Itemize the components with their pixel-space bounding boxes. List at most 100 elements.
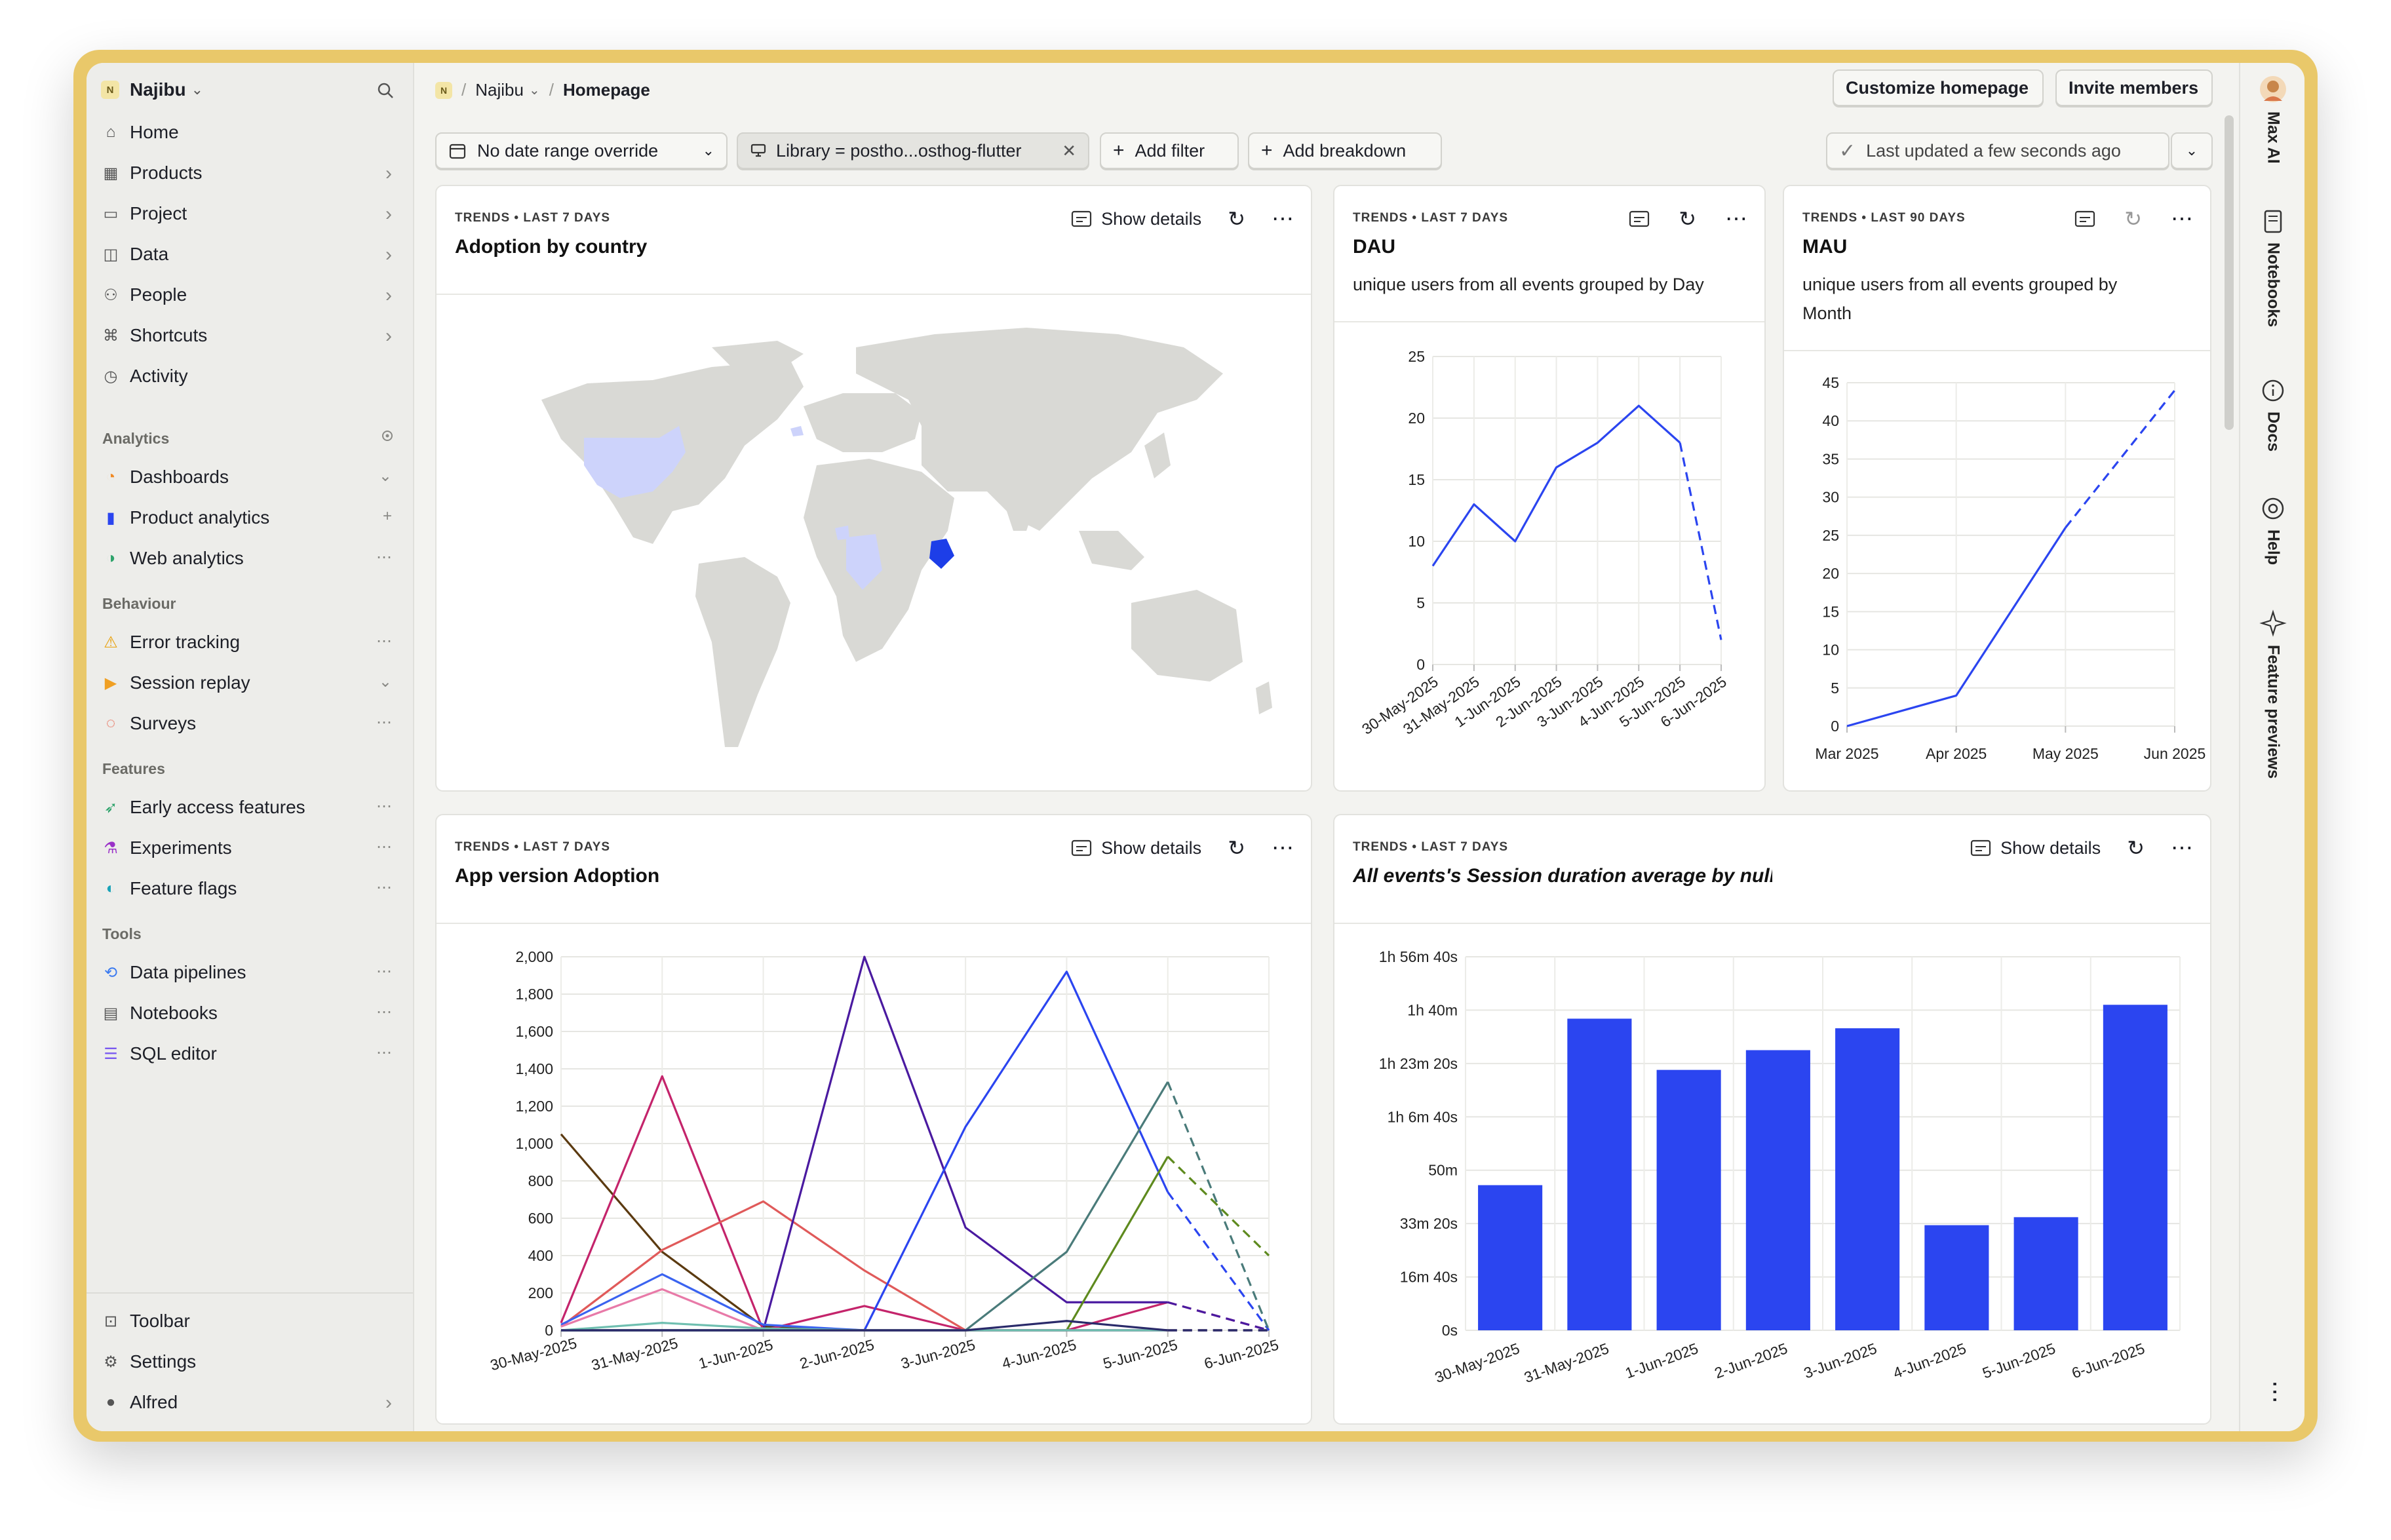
sidebar-item-data-pipelines[interactable]: ⟲ Data pipelines ⋯ bbox=[100, 954, 400, 991]
sidebar-item-alfred[interactable]: ● Alfred › bbox=[100, 1384, 400, 1421]
show-details-button[interactable]: Show details bbox=[1071, 209, 1201, 229]
more-icon[interactable]: ⋯ bbox=[376, 1043, 392, 1062]
card-kicker: TRENDS • LAST 90 DAYS bbox=[1802, 211, 1966, 225]
settings-small-icon[interactable] bbox=[380, 429, 395, 443]
more-icon[interactable]: ⋯ bbox=[2171, 835, 2194, 861]
show-details-label: Show details bbox=[2000, 837, 2101, 858]
more-icon[interactable]: ⋯ bbox=[376, 878, 392, 897]
sidebar-item-dashboards[interactable]: ◔ Dashboards ⌄ bbox=[100, 459, 400, 495]
chevron-right-icon[interactable]: › bbox=[385, 203, 392, 225]
invite-members-button[interactable]: Invite members bbox=[2055, 69, 2213, 106]
plus-icon: + bbox=[1113, 140, 1125, 161]
more-icon[interactable]: ⋯ bbox=[1272, 835, 1295, 861]
more-icon[interactable]: ⋯ bbox=[2171, 206, 2194, 232]
sidebar-item-project[interactable]: ▭ Project › bbox=[100, 195, 400, 232]
right-sidebar: Max AI Notebooks Docs Help Feature previ… bbox=[2239, 63, 2304, 1431]
details-icon[interactable] bbox=[1629, 210, 1650, 228]
chevron-right-icon[interactable]: › bbox=[385, 244, 392, 266]
more-icon[interactable]: ⋯ bbox=[376, 632, 392, 651]
refresh-icon[interactable]: ↻ bbox=[1679, 206, 1696, 231]
chevron-right-icon[interactable]: › bbox=[385, 325, 392, 347]
more-icon[interactable]: ⋯ bbox=[376, 837, 392, 857]
sidebar-item-web-analytics[interactable]: ◑ Web analytics ⋯ bbox=[100, 540, 400, 577]
sidebar-item-activity[interactable]: ◷ Activity bbox=[100, 358, 400, 395]
scrollbar[interactable] bbox=[2225, 115, 2234, 430]
more-icon[interactable]: ⋯ bbox=[376, 962, 392, 981]
chevron-right-icon[interactable]: › bbox=[385, 163, 392, 185]
customize-homepage-button[interactable]: Customize homepage bbox=[1833, 69, 2044, 106]
search-icon[interactable] bbox=[376, 81, 395, 100]
library-filter-chip[interactable]: Library = postho...osthog-flutter ✕ bbox=[737, 132, 1089, 169]
sidebar-item-error-tracking[interactable]: ⚠ Error tracking ⋯ bbox=[100, 624, 400, 661]
more-icon[interactable]: ⋯ bbox=[1725, 206, 1749, 232]
more-icon[interactable]: ⋯ bbox=[376, 797, 392, 816]
refresh-options-button[interactable]: ⌄ bbox=[2171, 132, 2213, 169]
sidebar-item-surveys[interactable]: ◌ Surveys ⋯ bbox=[100, 705, 400, 742]
card-title: DAU bbox=[1353, 236, 1395, 258]
more-vertical-icon[interactable]: ⋯ bbox=[2263, 1380, 2289, 1404]
show-details-button[interactable]: Show details bbox=[1970, 838, 2101, 858]
chevron-down-icon[interactable]: ⌄ bbox=[379, 467, 392, 486]
refresh-icon[interactable]: ↻ bbox=[2124, 206, 2142, 231]
section-behaviour: Behaviour bbox=[102, 595, 176, 612]
add-breakdown-button[interactable]: + Add breakdown bbox=[1248, 132, 1442, 169]
sidebar-item-experiments[interactable]: ⚗ Experiments ⋯ bbox=[100, 830, 400, 866]
chevron-right-icon[interactable]: › bbox=[385, 284, 392, 307]
feature-previews-button[interactable]: Feature previews bbox=[2240, 609, 2304, 779]
sidebar-item-toolbar[interactable]: ⊡ Toolbar bbox=[100, 1303, 400, 1339]
sidebar-item-feature-flags[interactable]: ◐ Feature flags ⋯ bbox=[100, 870, 400, 907]
sidebar-item-sql-editor[interactable]: ☰ SQL editor ⋯ bbox=[100, 1035, 400, 1072]
main-area: N / Najibu ⌄ / Homepage Customize homepa… bbox=[414, 63, 2239, 1431]
notebook-icon: ▤ bbox=[103, 1004, 119, 1022]
date-range-select[interactable]: No date range override ⌄ bbox=[435, 132, 728, 169]
sidebar-item-people[interactable]: ⚇ People › bbox=[100, 277, 400, 313]
details-icon[interactable] bbox=[2074, 210, 2095, 228]
sidebar-item-shortcuts[interactable]: ⌘ Shortcuts › bbox=[100, 317, 400, 354]
chevron-right-icon[interactable]: › bbox=[385, 1392, 392, 1414]
help-button[interactable]: Help bbox=[2240, 495, 2304, 565]
x-tick-label: Mar 2025 bbox=[1815, 745, 1878, 762]
breadcrumb-page: Homepage bbox=[562, 80, 650, 100]
card-actions: Show details ↻ ⋯ bbox=[1071, 206, 1295, 232]
refresh-status-button[interactable]: ✓ Last updated a few seconds ago bbox=[1826, 132, 2169, 169]
sidebar-item-notebooks[interactable]: ▤ Notebooks ⋯ bbox=[100, 995, 400, 1031]
more-icon[interactable]: ⋯ bbox=[376, 1003, 392, 1022]
chevron-down-icon[interactable]: ⌄ bbox=[379, 672, 392, 691]
card-app-version-adoption: TRENDS • LAST 7 DAYS App version Adoptio… bbox=[435, 814, 1312, 1425]
add-filter-button[interactable]: + Add filter bbox=[1100, 132, 1239, 169]
workspace-switcher[interactable]: N Najibu ⌄ bbox=[101, 75, 400, 105]
refresh-icon[interactable]: ↻ bbox=[2127, 836, 2145, 860]
plus-icon[interactable]: + bbox=[383, 507, 392, 526]
nav-label: Experiments bbox=[130, 837, 232, 858]
nav-label: Session replay bbox=[130, 672, 250, 693]
lifebuoy-icon bbox=[2262, 497, 2284, 520]
max-ai-button[interactable]: Max AI bbox=[2240, 75, 2304, 164]
docs-button[interactable]: Docs bbox=[2240, 377, 2304, 452]
more-icon[interactable]: ⋯ bbox=[1272, 206, 1295, 232]
more-icon[interactable]: ⋯ bbox=[376, 713, 392, 732]
sidebar-item-early-access-features[interactable]: ➶ Early access features ⋯ bbox=[100, 789, 400, 826]
sidebar-item-settings[interactable]: ⚙ Settings bbox=[100, 1343, 400, 1380]
nav-label: Surveys bbox=[130, 713, 197, 733]
notebooks-button[interactable]: Notebooks bbox=[2240, 208, 2304, 327]
show-details-button[interactable]: Show details bbox=[1071, 838, 1201, 858]
sidebar-item-product-analytics[interactable]: ▮ Product analytics + bbox=[100, 499, 400, 536]
more-icon[interactable]: ⋯ bbox=[376, 548, 392, 567]
y-tick-label: 1,600 bbox=[515, 1023, 553, 1040]
close-icon[interactable]: ✕ bbox=[1062, 141, 1076, 161]
nav-label: Data bbox=[130, 244, 169, 264]
sidebar-item-session-replay[interactable]: ▶ Session replay ⌄ bbox=[100, 664, 400, 701]
y-tick-label: 45 bbox=[1822, 374, 1839, 391]
right-bar-label: Notebooks bbox=[2264, 242, 2283, 328]
y-tick-label: 5 bbox=[1831, 680, 1839, 697]
x-tick-label: 30-May-2025 bbox=[488, 1334, 579, 1374]
sidebar-item-home[interactable]: ⌂ Home bbox=[100, 114, 400, 151]
refresh-icon[interactable]: ↻ bbox=[1228, 836, 1245, 860]
y-tick-label: 5 bbox=[1416, 594, 1425, 611]
breadcrumb-project[interactable]: Najibu bbox=[475, 80, 524, 100]
refresh-icon[interactable]: ↻ bbox=[1228, 206, 1245, 231]
sidebar: N Najibu ⌄ ⌂ Home ▦ Products › ▭ Project › ◫ Data… bbox=[87, 63, 414, 1431]
nav-label: Activity bbox=[130, 366, 188, 386]
sidebar-item-products[interactable]: ▦ Products › bbox=[100, 155, 400, 191]
sidebar-item-data[interactable]: ◫ Data › bbox=[100, 236, 400, 273]
